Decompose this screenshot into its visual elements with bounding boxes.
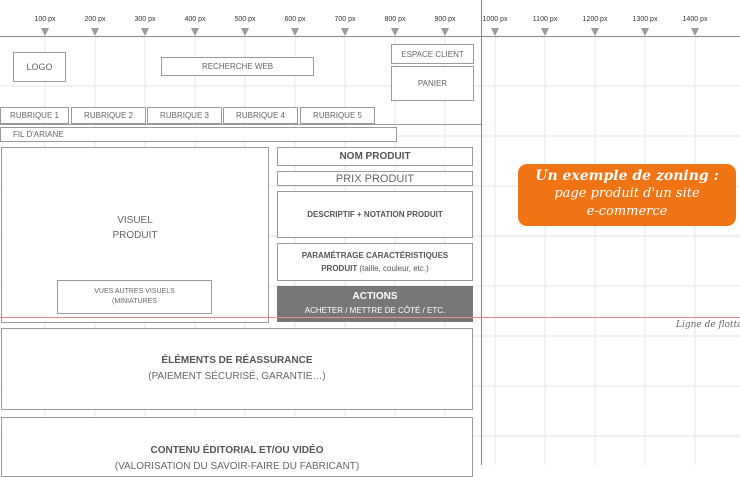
description-zone: DESCRIPTIF + NOTATION PRODUIT [277,191,473,238]
product-name-zone: NOM PRODUIT [277,147,473,166]
nav-item-label: RUBRIQUE 1 [10,111,59,120]
reassurance-title: ÉLÉMENTS DE RÉASSURANCE [161,355,313,366]
editorial-subtitle: (VALORISATION DU SAVOIR-FAIRE DU FABRICA… [114,461,360,472]
reassurance-zone: ÉLÉMENTS DE RÉASSURANCE (PAIEMENT SÉCURI… [1,328,473,410]
description-label: DESCRIPTIF + NOTATION PRODUIT [307,210,443,219]
ruler-tick: 800 px [384,16,406,23]
params-label-bold: PRODUIT [321,264,358,273]
fold-line-guide [0,317,740,318]
client-space-zone: ESPACE CLIENT [391,44,474,64]
cart-zone: PANIER [391,66,474,101]
pixel-ruler: 100 px 200 px 300 px 400 px 500 px 600 p… [0,0,740,37]
product-price-zone: PRIX PRODUIT [277,171,473,186]
nav-item-rubrique-1: RUBRIQUE 1 [0,107,69,124]
ruler-tick: 900 px [434,16,456,23]
zoning-callout: Un exemple de zoning : page produit d'un… [518,164,736,226]
callout-line2: page produit d'un site [554,186,700,201]
thumbs-label-line2: (MINIATURES [112,298,157,305]
ruler-marker-icon [291,28,299,36]
params-label-rest: (taille, couleur, etc.) [357,264,429,273]
ruler-tick: 1300 px [632,16,658,23]
nav-divider [0,124,481,125]
nav-item-rubrique-5: RUBRIQUE 5 [300,107,375,124]
editorial-title: CONTENU ÉDITORIAL ET/OU VIDÉO [150,445,324,456]
nav-item-rubrique-2: RUBRIQUE 2 [71,107,146,124]
ruler-tick: 1400 px [682,16,708,23]
ruler-marker-icon [691,28,699,36]
callout-line1: Un exemple de zoning : [535,168,719,184]
viewport-width-guide [481,0,482,465]
breadcrumb-zone: FIL D'ARIANE [0,127,397,142]
thumbs-label-line1: VUES AUTRES VISUELS [94,288,175,295]
ruler-tick: 500 px [234,16,256,23]
ruler-marker-icon [541,28,549,36]
logo-zone: LOGO [13,52,66,82]
ruler-tick: 1100 px [532,16,558,23]
ruler-marker-icon [491,28,499,36]
params-label-line2: PRODUIT (taille, couleur, etc.) [321,262,429,275]
params-label-line1: PARAMÉTRAGE CARACTÉRISTIQUES [301,251,449,260]
actions-title: ACTIONS [352,291,398,302]
ruler-marker-icon [391,28,399,36]
ruler-marker-icon [241,28,249,36]
fold-line-label: Ligne de flottaison [676,320,740,330]
callout-line3: e-commerce [586,204,668,219]
nav-item-rubrique-3: RUBRIQUE 3 [147,107,222,124]
ruler-marker-icon [641,28,649,36]
nav-item-rubrique-4: RUBRIQUE 4 [223,107,298,124]
visual-label-line1: VISUEL [117,215,153,226]
ruler-marker-icon [591,28,599,36]
editorial-zone: CONTENU ÉDITORIAL ET/OU VIDÉO (VALORISAT… [1,417,473,477]
ruler-tick: 200 px [84,16,106,23]
ruler-marker-icon [191,28,199,36]
thumbnails-zone: VUES AUTRES VISUELS (MINIATURES [57,280,212,314]
ruler-marker-icon [341,28,349,36]
product-name-label: NOM PRODUIT [339,151,411,162]
breadcrumb-label: FIL D'ARIANE [13,130,64,139]
product-price-label: PRIX PRODUIT [335,172,415,185]
visual-label-line2: PRODUIT [112,230,158,241]
nav-item-label: RUBRIQUE 5 [313,111,362,120]
ruler-marker-icon [441,28,449,36]
reassurance-subtitle: (PAIEMENT SÉCURISÉ, GARANTIE…) [148,371,326,382]
ruler-tick: 100 px [34,16,56,23]
ruler-tick: 400 px [184,16,206,23]
logo-label: LOGO [26,62,53,72]
nav-item-label: RUBRIQUE 4 [236,111,285,120]
ruler-tick: 600 px [284,16,306,23]
ruler-tick: 1000 px [482,16,508,23]
ruler-marker-icon [41,28,49,36]
client-space-label: ESPACE CLIENT [401,49,464,59]
nav-item-label: RUBRIQUE 3 [160,111,209,120]
search-label: RECHERCHE WEB [201,62,274,71]
ruler-marker-icon [91,28,99,36]
ruler-marker-icon [141,28,149,36]
parameters-zone: PARAMÉTRAGE CARACTÉRISTIQUES PRODUIT (ta… [277,243,473,281]
actions-subtitle: ACHETER / METTRE DE CÔTÉ / ETC. [304,306,446,315]
cart-label: PANIER [417,79,448,88]
ruler-tick: 1200 px [582,16,608,23]
ruler-tick: 700 px [334,16,356,23]
web-search-zone: RECHERCHE WEB [161,57,314,76]
nav-item-label: RUBRIQUE 2 [84,111,133,120]
ruler-tick: 300 px [134,16,156,23]
